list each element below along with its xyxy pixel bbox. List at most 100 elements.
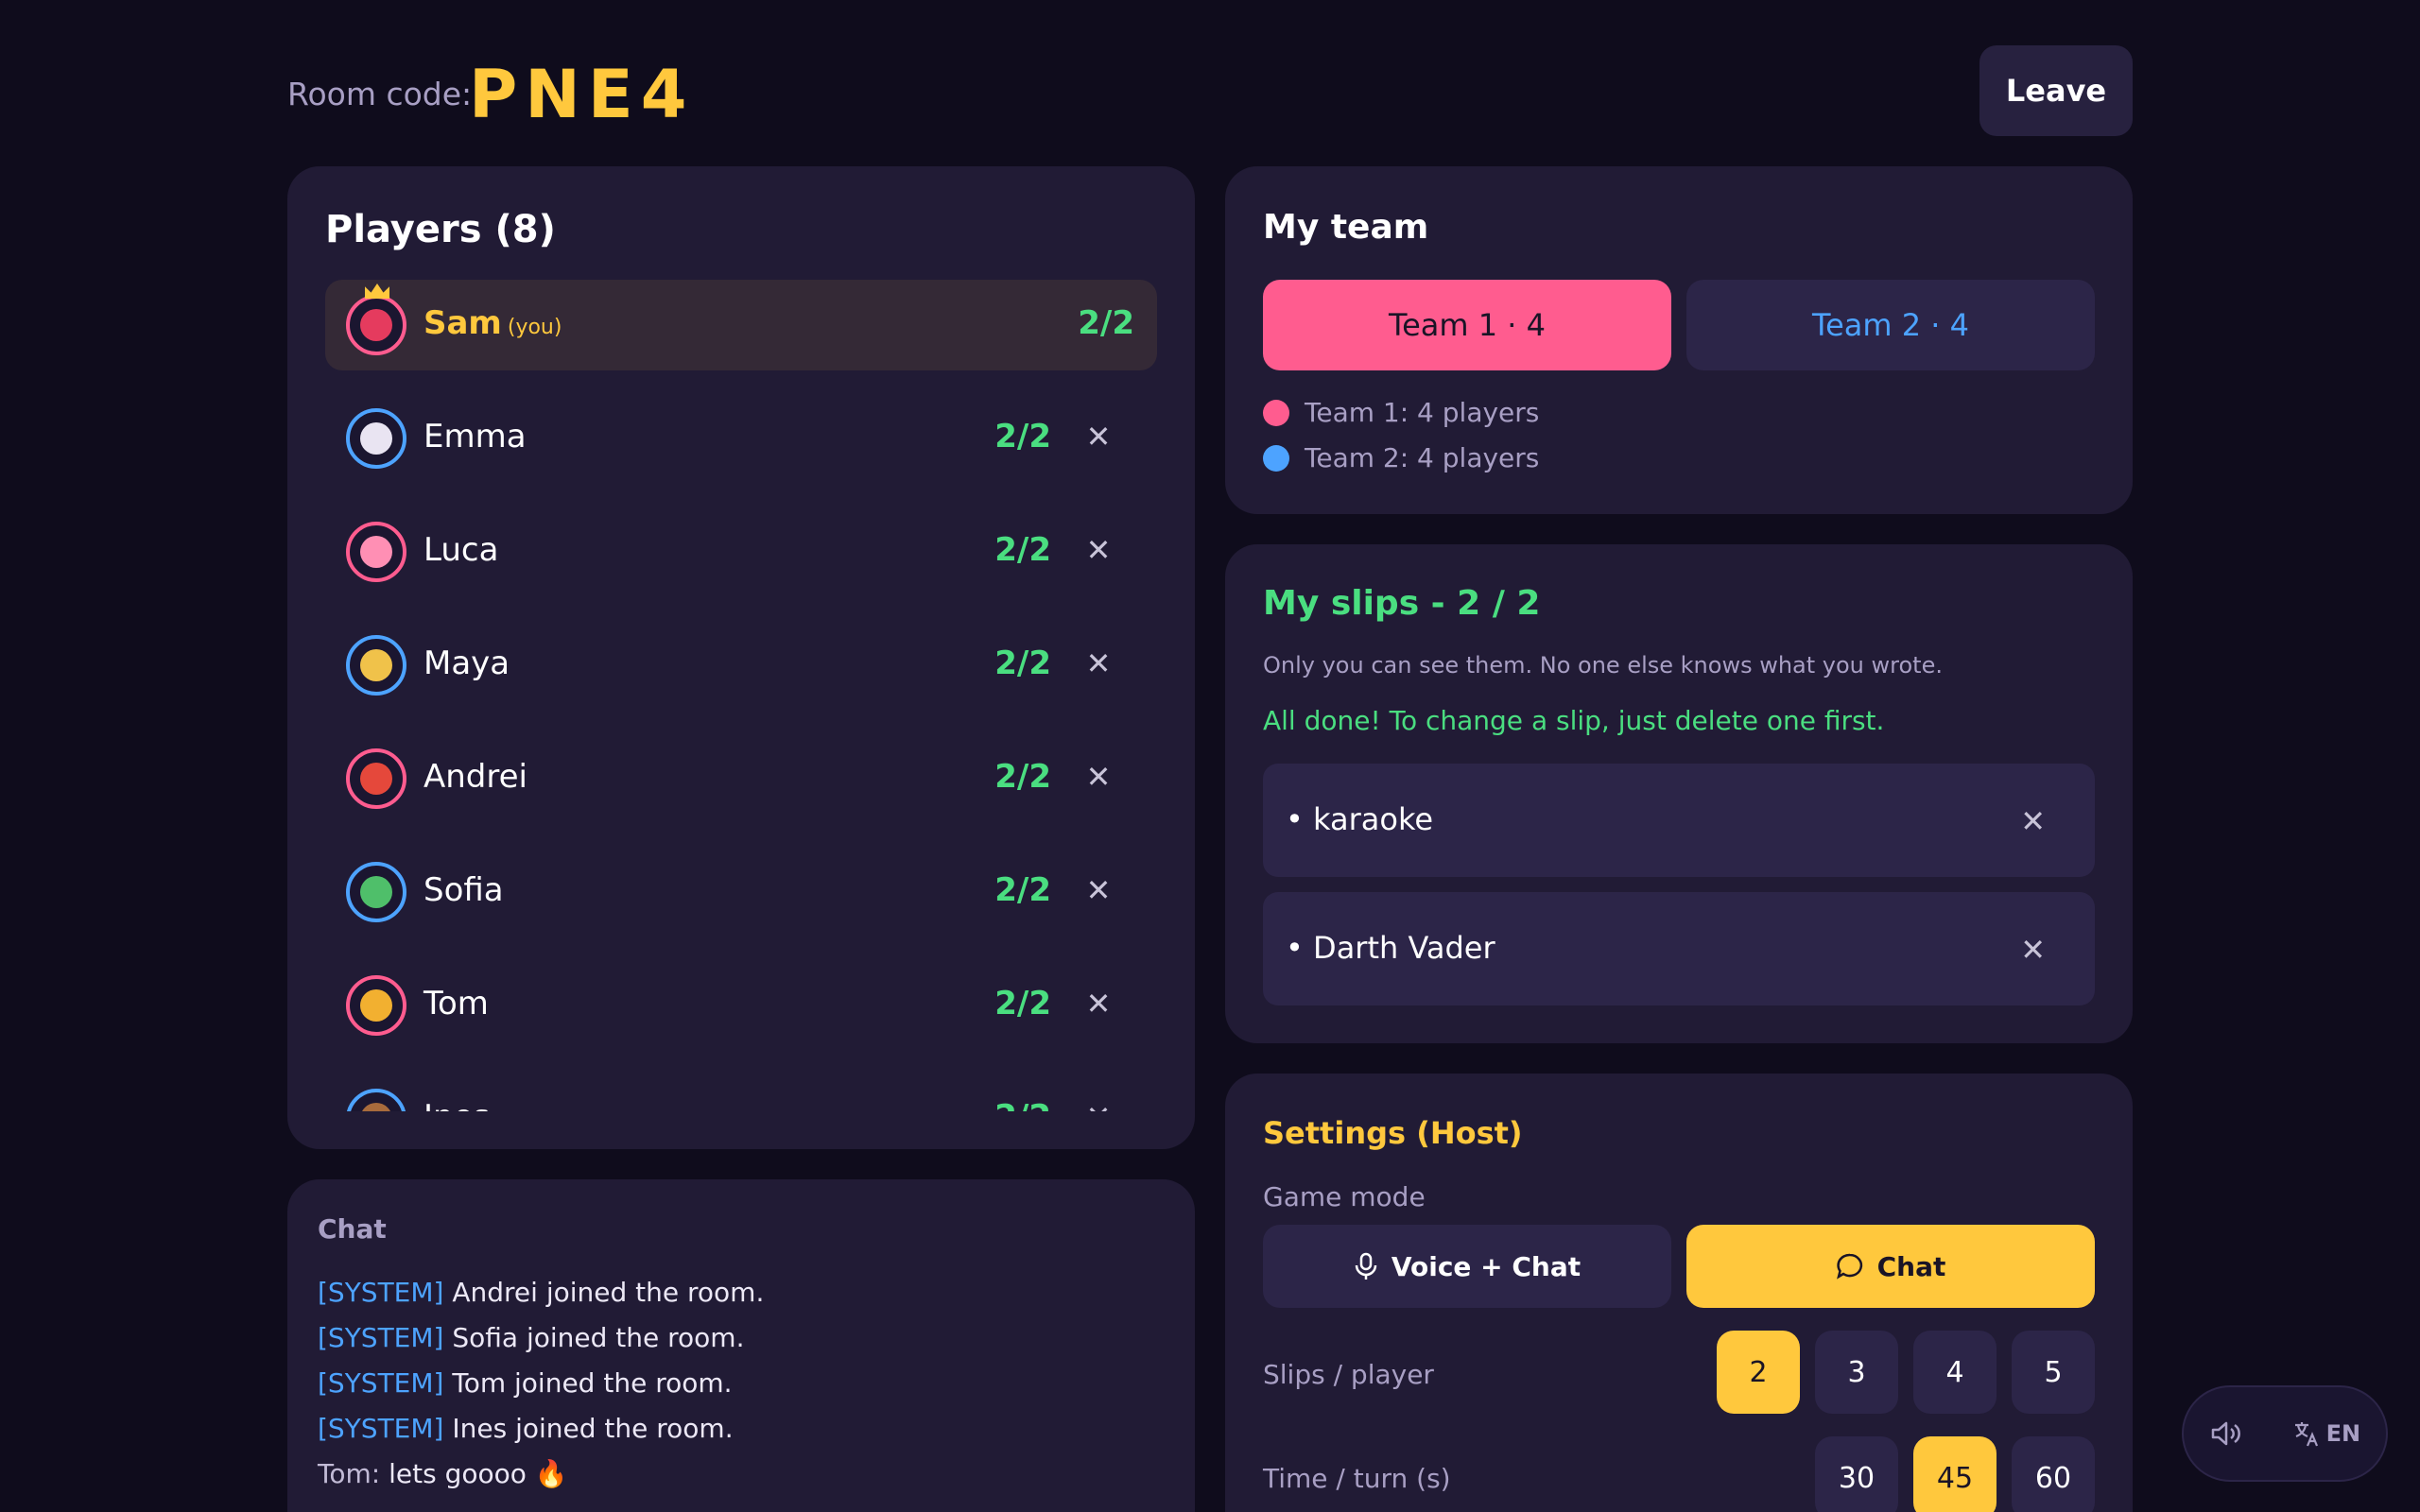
language-label: EN xyxy=(2325,1420,2361,1447)
players-title: Players (8) xyxy=(325,208,556,251)
player-row: Andrei 2/2 ✕ xyxy=(325,733,1157,824)
player-avatar xyxy=(346,522,406,582)
avatar-emoji-icon xyxy=(360,763,392,795)
player-row: Ines 2/2 ✕ xyxy=(325,1074,1157,1111)
team-1-button[interactable]: Team 1 · 4 xyxy=(1263,280,1671,370)
chat-messages[interactable]: [SYSTEM] Andrei joined the room. [SYSTEM]… xyxy=(318,1270,1168,1497)
kick-player-icon[interactable]: ✕ xyxy=(1083,988,1114,1019)
voice-chat-mode-label: Voice + Chat xyxy=(1391,1250,1582,1282)
team-1-dot xyxy=(1263,399,1289,426)
leave-button[interactable]: Leave xyxy=(1979,45,2133,136)
avatar-emoji-icon xyxy=(360,1103,392,1111)
slip-text: • Darth Vader xyxy=(1286,930,1495,966)
kick-player-icon[interactable]: ✕ xyxy=(1083,535,1114,565)
player-slip-count: 2/2 xyxy=(994,531,1051,569)
slip-item: • karaoke ✕ xyxy=(1263,764,2095,877)
chat-message: [SYSTEM] Sofia joined the room. xyxy=(318,1315,1168,1361)
player-slip-count: 2/2 xyxy=(994,1098,1051,1111)
chat-mode-button[interactable]: Chat xyxy=(1686,1225,2095,1308)
delete-slip-icon[interactable]: ✕ xyxy=(2020,932,2046,968)
player-name: Tom xyxy=(424,985,489,1022)
kick-player-icon[interactable]: ✕ xyxy=(1083,421,1114,452)
translate-icon xyxy=(2294,1422,2318,1447)
kick-player-icon[interactable]: ✕ xyxy=(1083,762,1114,792)
player-slip-count: 2/2 xyxy=(994,418,1051,455)
player-name: Sam (you) xyxy=(424,304,562,342)
speaker-icon[interactable] xyxy=(2209,1419,2241,1448)
time-per-turn-label: Time / turn (s) xyxy=(1263,1463,1451,1494)
room-code: PNE4 xyxy=(469,56,695,133)
delete-slip-icon[interactable]: ✕ xyxy=(2020,803,2046,839)
my-slips-title: My slips - 2 / 2 xyxy=(1263,584,1541,623)
kick-player-icon[interactable]: ✕ xyxy=(1083,875,1114,905)
team-2-dot xyxy=(1263,444,1289,472)
floating-controls: EN xyxy=(2182,1385,2388,1482)
chat-mode-label: Chat xyxy=(1876,1250,1946,1282)
player-row: Luca 2/2 ✕ xyxy=(325,507,1157,597)
time-per-turn-option-30[interactable]: 30 xyxy=(1815,1436,1898,1512)
slips-per-player-option-2[interactable]: 2 xyxy=(1717,1331,1800,1414)
chat-message-text: Andrei joined the room. xyxy=(452,1277,765,1308)
slips-done-message: All done! To change a slip, just delete … xyxy=(1263,705,1885,736)
chat-message: [SYSTEM] Ines joined the room. xyxy=(318,1406,1168,1452)
team-1-legend-text: Team 1: 4 players xyxy=(1305,397,1540,428)
team-2-legend: Team 2: 4 players xyxy=(1263,442,1539,473)
player-avatar xyxy=(346,862,406,922)
chat-title: Chat xyxy=(318,1213,387,1245)
avatar-emoji-icon xyxy=(360,422,392,455)
slips-privacy-note: Only you can see them. No one else knows… xyxy=(1263,652,1943,679)
chat-message-author: [SYSTEM] xyxy=(318,1367,444,1399)
voice-chat-mode-button[interactable]: Voice + Chat xyxy=(1263,1225,1671,1308)
team-2-legend-text: Team 2: 4 players xyxy=(1305,442,1540,473)
player-name: Luca xyxy=(424,531,499,569)
player-slip-count: 2/2 xyxy=(994,871,1051,909)
slips-per-player-option-5[interactable]: 5 xyxy=(2012,1331,2095,1414)
player-row: Sofia 2/2 ✕ xyxy=(325,847,1157,937)
avatar-emoji-icon xyxy=(360,876,392,908)
avatar-emoji-icon xyxy=(360,989,392,1022)
game-mode-label: Game mode xyxy=(1263,1181,1426,1212)
player-name: Maya xyxy=(424,644,510,682)
player-avatar xyxy=(346,635,406,696)
chat-message-text: lets goooo 🔥 xyxy=(389,1458,568,1489)
chat-bubble-icon xyxy=(1836,1253,1862,1280)
chat-message: [SYSTEM] Tom joined the room. xyxy=(318,1361,1168,1406)
player-name: Andrei xyxy=(424,758,527,796)
chat-message-text: Sofia joined the room. xyxy=(452,1322,745,1353)
team-2-button[interactable]: Team 2 · 4 xyxy=(1686,280,2095,370)
time-per-turn-option-45[interactable]: 45 xyxy=(1913,1436,1996,1512)
my-slips-panel: My slips - 2 / 2 Only you can see them. … xyxy=(1225,544,2133,1043)
chat-message-text: Ines joined the room. xyxy=(452,1413,734,1444)
kick-player-icon[interactable]: ✕ xyxy=(1083,1102,1114,1111)
slips-per-player-option-3[interactable]: 3 xyxy=(1815,1331,1898,1414)
my-team-panel: My team Team 1 · 4 Team 2 · 4 Team 1: 4 … xyxy=(1225,166,2133,514)
time-per-turn-option-60[interactable]: 60 xyxy=(2012,1436,2095,1512)
player-slip-count: 2/2 xyxy=(994,985,1051,1022)
slip-item: • Darth Vader ✕ xyxy=(1263,892,2095,1005)
avatar-emoji-icon xyxy=(360,536,392,568)
kick-player-icon[interactable]: ✕ xyxy=(1083,648,1114,679)
chat-panel: Chat [SYSTEM] Andrei joined the room. [SY… xyxy=(287,1179,1195,1512)
player-row: Tom 2/2 ✕ xyxy=(325,960,1157,1051)
avatar-emoji-icon xyxy=(360,649,392,681)
avatar-emoji-icon xyxy=(360,309,392,341)
player-avatar xyxy=(346,295,406,355)
player-avatar xyxy=(346,408,406,469)
team-1-legend: Team 1: 4 players xyxy=(1263,397,1539,428)
microphone-icon xyxy=(1355,1252,1377,1280)
chat-message-author: [SYSTEM] xyxy=(318,1277,444,1308)
chat-message: Tom: lets goooo 🔥 xyxy=(318,1452,1168,1497)
host-crown-icon xyxy=(365,284,389,299)
chat-message-author: [SYSTEM] xyxy=(318,1413,444,1444)
players-panel: Players (8) Sam (you) 2/2 Emma 2/2 ✕ Luca 2/2 ✕ M… xyxy=(287,166,1195,1149)
player-avatar xyxy=(346,1089,406,1111)
player-slip-count: 2/2 xyxy=(1078,304,1134,342)
language-button[interactable]: EN xyxy=(2292,1419,2360,1448)
slips-per-player-option-4[interactable]: 4 xyxy=(1913,1331,1996,1414)
settings-panel: Settings (Host) Game mode Voice + Chat C… xyxy=(1225,1074,2133,1512)
slips-per-player-label: Slips / player xyxy=(1263,1359,1434,1390)
player-row: Maya 2/2 ✕ xyxy=(325,620,1157,711)
chat-message-author: Tom: xyxy=(318,1458,381,1489)
players-list[interactable]: Sam (you) 2/2 Emma 2/2 ✕ Luca 2/2 ✕ Maya 2/2 ✕ Andre… xyxy=(325,280,1157,1111)
settings-title: Settings (Host) xyxy=(1263,1115,1523,1151)
